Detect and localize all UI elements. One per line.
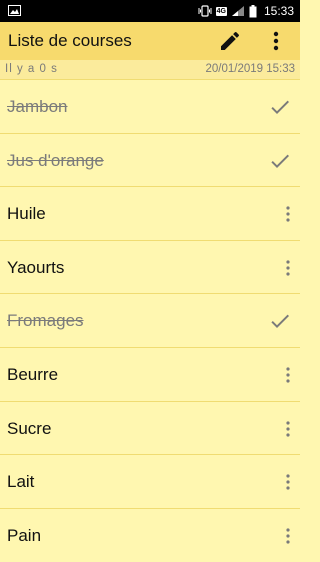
item-label: Jus d'orange	[7, 150, 104, 170]
item-options-icon[interactable]	[280, 526, 296, 546]
item-label: Fromages	[7, 311, 84, 331]
edit-icon[interactable]	[218, 29, 242, 53]
image-notification-icon	[8, 5, 21, 16]
vibrate-icon	[198, 5, 212, 17]
list-item[interactable]: Huile	[0, 186, 300, 240]
item-options-icon[interactable]	[280, 258, 296, 278]
note-meta: Il y a 0 s 20/01/2019 15:33	[0, 60, 300, 80]
relative-time: Il y a 0 s	[5, 63, 58, 75]
status-icons: 4G 15:33	[198, 0, 294, 22]
item-options-icon[interactable]	[280, 365, 296, 385]
item-label: Jambon	[7, 97, 68, 116]
list-item[interactable]: Jus d'orange	[0, 132, 300, 187]
signal-icon	[231, 6, 244, 16]
list-item[interactable]: Pain	[0, 507, 300, 562]
checkmark-icon[interactable]	[268, 309, 292, 333]
list-item[interactable]: Jambon	[0, 79, 300, 133]
item-label: Huile	[7, 204, 46, 224]
item-label: Pain	[7, 525, 42, 545]
timestamp: 20/01/2019 15:33	[205, 63, 295, 75]
item-options-icon[interactable]	[280, 419, 296, 439]
checkmark-icon[interactable]	[268, 149, 292, 173]
battery-icon	[249, 4, 257, 17]
app-bar: Liste de courses	[0, 22, 300, 60]
item-label: Lait	[7, 472, 35, 492]
list-item[interactable]: Fromages	[0, 293, 300, 347]
item-options-icon[interactable]	[280, 204, 296, 224]
item-options-icon[interactable]	[280, 472, 296, 492]
page-title: Liste de courses	[8, 31, 132, 50]
status-bar: 4G 15:33	[0, 0, 300, 22]
item-label: Sucre	[7, 418, 52, 438]
item-label: Yaourts	[7, 257, 65, 277]
shopping-list: Jambon Jus d'orange Huile Yaourts Fromages Be…	[0, 79, 300, 562]
checkmark-icon[interactable]	[268, 95, 292, 119]
network-type-badge: 4G	[215, 6, 227, 16]
more-options-icon[interactable]	[264, 29, 288, 53]
status-time: 15:33	[263, 4, 294, 18]
item-label: Beurre	[7, 364, 59, 384]
list-item[interactable]: Yaourts	[0, 239, 300, 294]
list-item[interactable]: Lait	[0, 454, 300, 508]
list-item[interactable]: Sucre	[0, 400, 300, 455]
list-item[interactable]: Beurre	[0, 346, 300, 401]
